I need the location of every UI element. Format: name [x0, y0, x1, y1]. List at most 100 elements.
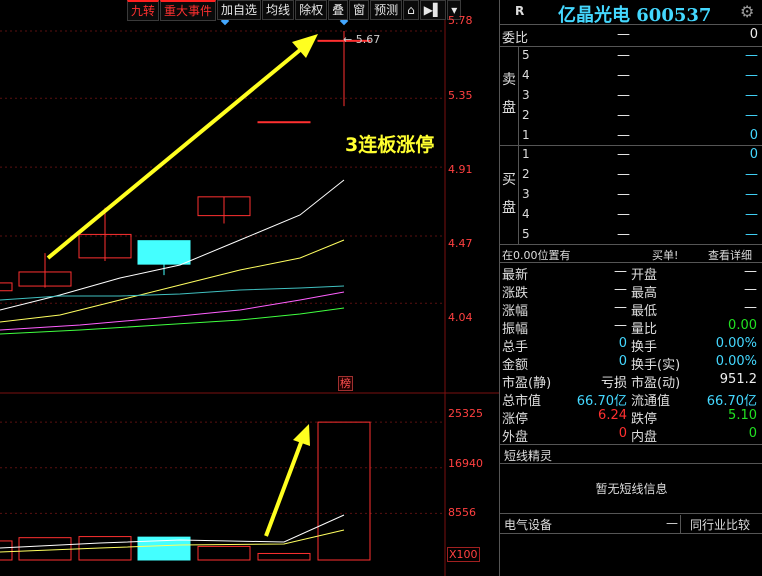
- kline-svg: [0, 0, 499, 576]
- level-volume: 0: [749, 128, 758, 143]
- volume-bar: [0, 540, 13, 561]
- quote-label: 跌停: [631, 412, 658, 427]
- gear-icon[interactable]: ⚙: [740, 2, 754, 21]
- quote-label: 换手(实): [631, 358, 681, 373]
- level-number: 5: [522, 48, 530, 62]
- moving-average-button[interactable]: 均线: [262, 0, 295, 20]
- level-volume: —: [745, 187, 758, 202]
- quote-value: 951.2: [719, 372, 757, 387]
- volume-arrow-head: [293, 424, 310, 446]
- quote-value: —: [614, 318, 627, 333]
- volume-axis-label: 25325: [448, 407, 483, 420]
- buy-level-row[interactable]: 5 — —: [500, 227, 762, 245]
- position-text: 在0.00位置有: [502, 249, 571, 262]
- quote-label: 开盘: [631, 268, 658, 283]
- quote-value: 0: [618, 336, 627, 351]
- volume-bar: [18, 537, 72, 561]
- level-number: 2: [522, 108, 530, 122]
- nine-turn-button[interactable]: 九转: [127, 0, 160, 21]
- kline-chart-area[interactable]: 九转 重大事件 加自选 均线 除权叠窗预测 ⌂ ▶▌ ▾ 5.78 5.35 4.91 4.47 4.…: [0, 0, 499, 576]
- market-badge: R: [515, 4, 525, 18]
- add-watchlist-button[interactable]: 加自选: [217, 0, 262, 20]
- minimize-button[interactable]: —: [666, 516, 678, 530]
- rank-badge[interactable]: 榜: [338, 376, 353, 391]
- quote-value: —: [744, 282, 757, 297]
- price-axis-label: 5.78: [448, 14, 473, 27]
- quote-value: 66.70亿: [706, 394, 757, 409]
- price-axis-label: 4.91: [448, 163, 473, 176]
- level-price: —: [617, 167, 630, 182]
- level-volume: —: [745, 108, 758, 123]
- window-button[interactable]: 窗: [349, 0, 370, 20]
- level-price: —: [617, 207, 630, 222]
- quote-label: 市盈(动): [631, 376, 681, 391]
- sell-level-row[interactable]: 5 — —: [500, 48, 762, 66]
- lock-icon[interactable]: ⌂: [403, 0, 419, 20]
- overlay-button[interactable]: 叠: [328, 0, 349, 20]
- quote-value: 0: [748, 426, 757, 441]
- short-line-message: 暂无短线信息: [595, 482, 668, 496]
- level-volume: —: [745, 227, 758, 242]
- forecast-button[interactable]: 预测: [370, 0, 403, 20]
- sector-tab[interactable]: 电气设备: [504, 516, 552, 533]
- quote-row: 金额 0 换手(实) 0.00%: [500, 354, 762, 373]
- level-number: 5: [522, 227, 530, 241]
- level-price: —: [617, 187, 630, 202]
- quote-value: —: [744, 300, 757, 315]
- level-volume: —: [745, 88, 758, 103]
- chart-toolbar: 九转 重大事件 加自选 均线 除权叠窗预测 ⌂ ▶▌ ▾: [127, 0, 462, 21]
- quote-label: 最高: [631, 286, 658, 301]
- sell-level-row[interactable]: 4 — —: [500, 68, 762, 86]
- level-number: 3: [522, 88, 530, 102]
- price-axis-label: 5.35: [448, 89, 473, 102]
- level-price: —: [617, 48, 630, 63]
- price-axis-label: 4.47: [448, 237, 473, 250]
- sell-level-row[interactable]: 1 — 0: [500, 128, 762, 146]
- sell-level-row[interactable]: 3 — —: [500, 88, 762, 106]
- buy-order-text: 买单!: [652, 249, 679, 262]
- quote-value: —: [614, 264, 627, 279]
- order-ratio-row: 委比 — 0: [500, 26, 762, 46]
- buy-level-row[interactable]: 3 — —: [500, 187, 762, 205]
- major-events-button[interactable]: 重大事件: [160, 0, 217, 21]
- view-detail-link[interactable]: 查看详细: [708, 247, 752, 263]
- level-volume: —: [745, 167, 758, 182]
- buy-level-row[interactable]: 2 — —: [500, 167, 762, 185]
- sell-label: 卖盘: [502, 72, 516, 116]
- quote-value: 0.00: [728, 318, 757, 333]
- quote-value: 亏损: [600, 376, 627, 391]
- volume-axis-label: 8556: [448, 506, 476, 519]
- quote-row: 市盈(静) 亏损 市盈(动) 951.2: [500, 372, 762, 391]
- quote-value: 0: [618, 354, 627, 369]
- quote-label: 量比: [631, 322, 658, 337]
- ex-rights-button[interactable]: 除权: [295, 0, 328, 20]
- order-ratio-right: 0: [749, 27, 758, 42]
- level-number: 1: [522, 147, 530, 161]
- quote-label: 流通值: [631, 394, 671, 409]
- quote-value: 0.00%: [715, 354, 757, 369]
- quote-value: 0: [618, 426, 627, 441]
- buy-level-row[interactable]: 4 — —: [500, 207, 762, 225]
- quote-value: 66.70亿: [576, 394, 627, 409]
- quote-label: 换手: [631, 340, 658, 355]
- footer-bar: 电气设备 — 同行业比较: [500, 515, 762, 533]
- annotation-text: 3连板涨停: [345, 134, 435, 156]
- sell-level-row[interactable]: 2 — —: [500, 108, 762, 126]
- quote-row: 涨停 6.24 跌停 5.10: [500, 408, 762, 427]
- max-price-marker: ← 5.67: [343, 33, 380, 46]
- short-line-title[interactable]: 短线精灵: [504, 447, 552, 464]
- ma60-line: [0, 307, 345, 335]
- quote-value: —: [614, 282, 627, 297]
- stock-name: 亿晶光电 600537: [558, 5, 712, 26]
- arrow-left-icon: ←: [343, 33, 353, 46]
- industry-compare-tab[interactable]: 同行业比较: [690, 516, 750, 533]
- quote-label: 外盘: [502, 430, 529, 445]
- quote-panel: R 亿晶光电 600537 ⚙ 委比 — 0 5 — — 4 — — 3 — — 2 — — 1 — 0 卖…: [499, 0, 762, 576]
- flag-icon[interactable]: ▶▌: [419, 0, 447, 20]
- quote-label: 最低: [631, 304, 658, 319]
- candle-body: [0, 282, 13, 292]
- trend-arrow-line: [46, 48, 302, 260]
- quote-label: 涨停: [502, 412, 529, 427]
- quote-value: —: [744, 264, 757, 279]
- buy-level-row[interactable]: 1 — 0: [500, 147, 762, 165]
